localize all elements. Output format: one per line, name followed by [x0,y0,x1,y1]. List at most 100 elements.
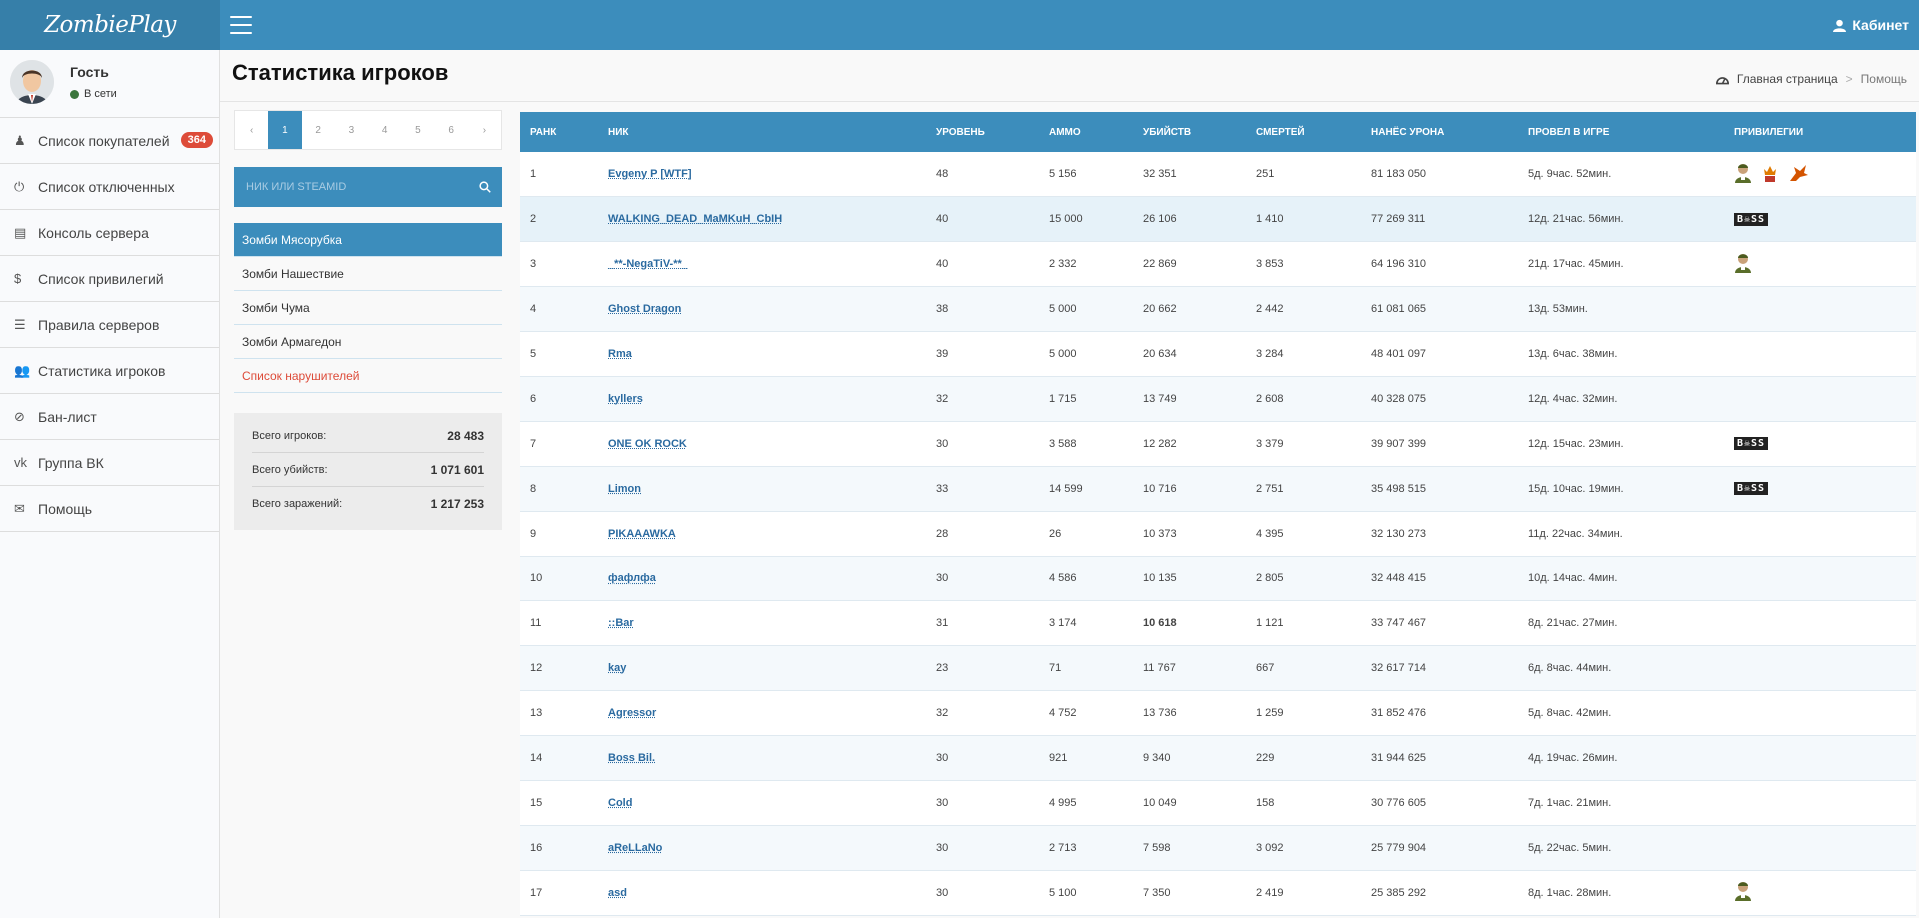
cell-nick[interactable]: aReLLaNo [598,825,926,871]
online-dot-icon [70,89,79,99]
menu-item-rules[interactable]: ☰ Правила серверов [0,302,219,348]
column-header[interactable]: Аммо [1039,112,1133,152]
cell-rank: 16 [520,825,598,871]
cell-nick[interactable]: kyllers [598,376,926,422]
menu-item-stats[interactable]: 👥 Статистика игроков [0,348,219,394]
cell-time: 5д. 8час. 42мин. [1518,690,1724,737]
cell-ammo: 921 [1039,735,1133,781]
column-header[interactable]: Ранк [520,112,598,152]
pagination-prev-button[interactable]: ‹ [235,111,268,149]
breadcrumb-home-link[interactable]: Главная страница [1737,72,1838,86]
page-title: Статистика игроков [232,60,449,85]
pagination-page-3[interactable]: 3 [335,111,368,149]
menu-item-banlist[interactable]: ⊘ Бан-лист [0,394,219,440]
cell-damage: 32 130 273 [1361,511,1518,557]
menu-item-vk[interactable]: vk Группа ВК [0,440,219,486]
cell-time: 21д. 17час. 45мин. [1518,241,1724,288]
search-input[interactable] [234,167,468,207]
menu-item-console[interactable]: ▤ Консоль сервера [0,210,219,256]
table-row: 7 ONE OK ROCK 30 3 588 12 282 3 379 39 907 399… [520,421,1916,467]
cell-rank: 4 [520,286,598,333]
cell-nick[interactable]: kay [598,645,926,692]
cell-deaths: 2 751 [1246,466,1361,512]
cell-nick[interactable]: Limon [598,466,926,512]
cell-nick[interactable]: asd [598,870,926,916]
pagination-page-1[interactable]: 1 [268,111,302,149]
cell-time: 13д. 6час. 38мин. [1518,331,1724,377]
column-header[interactable]: Уровень [926,112,1039,152]
cell-nick[interactable]: Cold [598,780,926,826]
total-label: Всего убийств: [252,463,328,476]
server-tab[interactable]: Список нарушителей [234,359,502,393]
search-icon[interactable] [468,181,502,193]
menu-item-label: Группа ВК [38,454,104,471]
privilege-icons [1734,253,1916,276]
menu-item-label: Помощь [38,500,93,517]
menu-item-disabled[interactable]: ⏻ Список отключенных [0,164,219,210]
cell-deaths: 1 121 [1246,600,1361,647]
cell-privileges [1724,600,1916,647]
cell-damage: 35 498 515 [1361,466,1518,512]
cell-level: 32 [926,376,1039,422]
cell-nick[interactable]: ::Bar [598,600,926,647]
cell-rank: 7 [520,421,598,467]
pagination-next-button[interactable]: › [468,111,501,149]
cell-deaths: 2 442 [1246,286,1361,333]
column-header[interactable]: Смертей [1246,112,1361,152]
column-header[interactable]: Провел в игре [1518,112,1724,152]
player-stats-table: Ранк Ник Уровень Аммо Убийств Смертей Нанёс ур… [520,112,1916,916]
dragon-icon [1788,163,1810,186]
table-row: 4 Ghost Dragon 38 5 000 20 662 2 442 61 081 06… [520,286,1916,333]
cell-nick[interactable]: Ghost Dragon [598,286,926,333]
cabinet-link[interactable]: Кабинет [1833,0,1909,50]
pagination-page-4[interactable]: 4 [368,111,401,149]
cell-deaths: 4 395 [1246,511,1361,557]
cell-nick[interactable]: PIKAAAWKA [598,511,926,557]
cell-nick[interactable]: Boss Bil. [598,735,926,781]
sidebar-toggle-icon[interactable] [230,16,252,34]
breadcrumb: Главная страница > Помощь [1715,72,1907,86]
cell-nick[interactable]: Rma [598,331,926,377]
pagination-page-6[interactable]: 6 [435,111,468,149]
cell-damage: 31 852 476 [1361,690,1518,737]
cell-ammo: 4 995 [1039,780,1133,826]
cell-kills: 12 282 [1133,421,1246,467]
table-row: 13 Agressor 32 4 752 13 736 1 259 31 852 476 5д… [520,690,1916,737]
menu-item-buyers[interactable]: ♟ Список покупателей 364 [0,118,219,164]
cell-deaths: 2 805 [1246,556,1361,602]
pagination-page-2[interactable]: 2 [302,111,335,149]
cell-rank: 8 [520,466,598,512]
cell-nick[interactable]: фафлфа [598,556,926,602]
cell-nick[interactable]: WALKING_DEAD_MaMKuH_CbIH [598,196,926,243]
cell-privileges [1724,556,1916,602]
cell-deaths: 3 853 [1246,241,1361,288]
cell-nick[interactable]: _**-NegaTiV-**_ [598,241,926,288]
cell-damage: 77 269 311 [1361,196,1518,243]
server-tab[interactable]: Зомби Армагедон [234,325,502,359]
pagination-page-5[interactable]: 5 [401,111,434,149]
cell-privileges [1724,241,1916,288]
cell-kills: 13 736 [1133,690,1246,737]
total-value: 28 483 [447,428,484,443]
cell-level: 30 [926,556,1039,602]
column-header[interactable]: Ник [598,112,926,152]
cell-nick[interactable]: ONE OK ROCK [598,421,926,467]
vk-icon: vk [14,455,27,470]
server-tab[interactable]: Зомби Мясорубка [234,223,502,257]
server-tab[interactable]: Зомби Чума [234,291,502,325]
cell-rank: 14 [520,735,598,781]
cell-ammo: 26 [1039,511,1133,557]
column-header[interactable]: Нанёс урона [1361,112,1518,152]
avatar [10,60,54,104]
cell-time: 6д. 8час. 44мин. [1518,645,1724,692]
cell-nick[interactable]: Agressor [598,690,926,737]
column-header[interactable]: Привилегии [1724,112,1916,152]
column-header[interactable]: Убийств [1133,112,1246,152]
app-logo[interactable]: ZombiePlay Market [0,0,220,88]
cell-level: 30 [926,780,1039,826]
menu-item-privileges[interactable]: $ Список привилегий [0,256,219,302]
server-tab[interactable]: Зомби Нашествие [234,257,502,291]
cell-nick[interactable]: Evgeny P [WTF] [598,152,926,198]
menu-item-help[interactable]: ✉ Помощь [0,486,219,532]
privilege-icons: B☠SS [1734,482,1916,496]
